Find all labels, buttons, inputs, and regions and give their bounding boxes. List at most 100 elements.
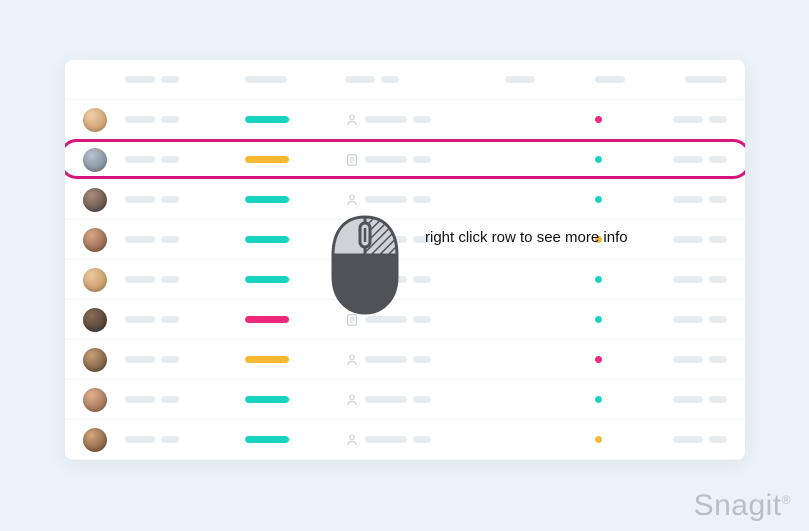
tail-cell xyxy=(667,276,727,283)
status-pill xyxy=(245,436,289,443)
name-cell xyxy=(125,356,245,363)
tail-cell xyxy=(667,196,727,203)
table-row[interactable] xyxy=(65,100,745,140)
table-row[interactable] xyxy=(65,380,745,420)
table-row[interactable] xyxy=(65,300,745,340)
status-cell xyxy=(245,276,345,283)
avatar xyxy=(83,428,107,452)
status-dot xyxy=(595,436,602,443)
avatar xyxy=(83,108,107,132)
name-cell xyxy=(125,156,245,163)
status-cell xyxy=(245,236,345,243)
table-row[interactable] xyxy=(65,420,745,460)
indicator-cell xyxy=(595,116,667,123)
indicator-cell xyxy=(595,436,667,443)
status-pill xyxy=(245,276,289,283)
type-cell xyxy=(345,433,505,447)
column-header[interactable] xyxy=(245,76,345,83)
type-cell xyxy=(345,113,505,127)
person-icon xyxy=(345,113,359,127)
status-dot xyxy=(595,356,602,363)
person-icon xyxy=(345,433,359,447)
table-row[interactable] xyxy=(65,220,745,260)
status-dot xyxy=(595,396,602,403)
indicator-cell xyxy=(595,196,667,203)
avatar xyxy=(83,388,107,412)
name-cell xyxy=(125,116,245,123)
document-icon xyxy=(345,313,359,327)
status-cell xyxy=(245,396,345,403)
tail-cell xyxy=(667,316,727,323)
type-cell xyxy=(345,153,505,167)
tail-cell xyxy=(667,116,727,123)
column-header[interactable] xyxy=(667,76,727,83)
column-header[interactable] xyxy=(125,76,245,83)
status-pill xyxy=(245,116,289,123)
avatar xyxy=(83,268,107,292)
status-cell xyxy=(245,196,345,203)
status-pill xyxy=(245,156,289,163)
document-icon xyxy=(345,153,359,167)
watermark-brand: Snagit xyxy=(694,489,782,522)
status-dot xyxy=(595,236,602,243)
indicator-cell xyxy=(595,236,667,243)
table-row[interactable] xyxy=(65,340,745,380)
watermark-registered: ® xyxy=(782,493,791,507)
indicator-cell xyxy=(595,396,667,403)
column-header[interactable] xyxy=(595,76,667,83)
type-cell xyxy=(345,393,505,407)
avatar xyxy=(83,188,107,212)
avatar xyxy=(83,228,107,252)
table-body xyxy=(65,100,745,460)
status-pill xyxy=(245,316,289,323)
status-cell xyxy=(245,436,345,443)
type-cell xyxy=(345,233,505,247)
avatar xyxy=(83,148,107,172)
column-header[interactable] xyxy=(345,76,505,83)
person-icon xyxy=(345,393,359,407)
column-header[interactable] xyxy=(505,76,595,83)
status-pill xyxy=(245,196,289,203)
avatar xyxy=(83,308,107,332)
status-dot xyxy=(595,156,602,163)
name-cell xyxy=(125,436,245,443)
indicator-cell xyxy=(595,356,667,363)
tail-cell xyxy=(667,356,727,363)
data-table-card xyxy=(65,60,745,460)
avatar xyxy=(83,348,107,372)
type-cell xyxy=(345,193,505,207)
name-cell xyxy=(125,396,245,403)
status-dot xyxy=(595,276,602,283)
document-icon xyxy=(345,273,359,287)
status-dot xyxy=(595,316,602,323)
indicator-cell xyxy=(595,276,667,283)
status-cell xyxy=(245,156,345,163)
status-cell xyxy=(245,116,345,123)
person-icon xyxy=(345,193,359,207)
status-cell xyxy=(245,356,345,363)
person-icon xyxy=(345,353,359,367)
status-pill xyxy=(245,396,289,403)
type-cell xyxy=(345,353,505,367)
table-row[interactable] xyxy=(65,140,745,180)
tail-cell xyxy=(667,436,727,443)
name-cell xyxy=(125,236,245,243)
tail-cell xyxy=(667,396,727,403)
status-pill xyxy=(245,236,289,243)
table-row[interactable] xyxy=(65,260,745,300)
indicator-cell xyxy=(595,316,667,323)
name-cell xyxy=(125,316,245,323)
status-pill xyxy=(245,356,289,363)
status-dot xyxy=(595,116,602,123)
tail-cell xyxy=(667,156,727,163)
table-row[interactable] xyxy=(65,180,745,220)
table-header xyxy=(65,60,745,100)
tail-cell xyxy=(667,236,727,243)
status-dot xyxy=(595,196,602,203)
type-cell xyxy=(345,273,505,287)
status-cell xyxy=(245,316,345,323)
indicator-cell xyxy=(595,156,667,163)
watermark: Snagit® xyxy=(694,489,791,523)
name-cell xyxy=(125,196,245,203)
name-cell xyxy=(125,276,245,283)
